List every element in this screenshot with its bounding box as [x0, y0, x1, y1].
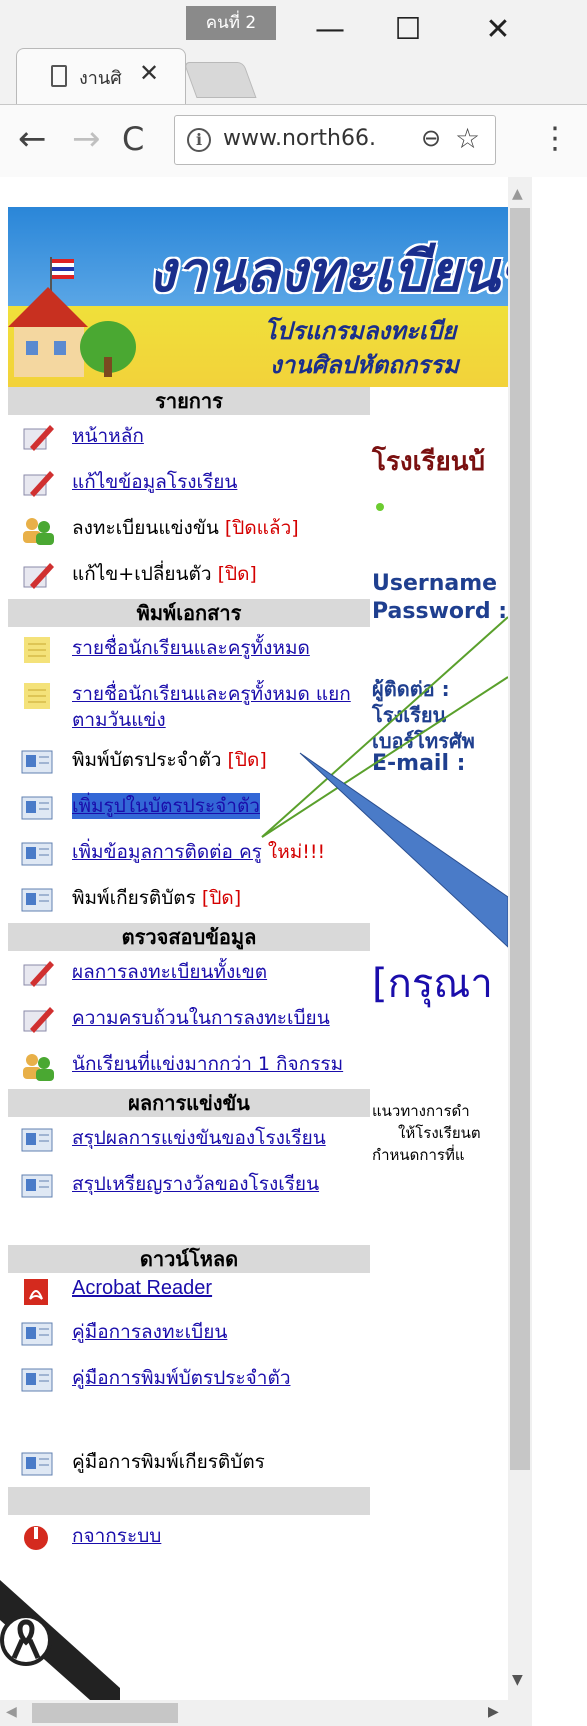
mourning-ribbon-icon [0, 1580, 120, 1700]
url-text[interactable]: www.north66. [223, 126, 376, 151]
maximize-button[interactable]: ☐ [378, 8, 438, 52]
profile-badge[interactable]: คนที่ 2 [186, 6, 276, 40]
scroll-down-arrow-icon[interactable]: ▼ [512, 1672, 523, 1688]
browser-menu-icon[interactable]: ⋮ [540, 121, 570, 157]
scroll-up-arrow-icon[interactable]: ▲ [512, 186, 523, 202]
browser-chrome: คนที่ 2 — ☐ ✕ งานศิ ✕ ← → C i www.north6… [0, 0, 587, 177]
minimize-button[interactable]: — [300, 8, 360, 52]
vertical-scroll-thumb[interactable] [510, 208, 530, 1470]
tab-close-button[interactable]: ✕ [139, 59, 159, 87]
zoom-icon[interactable]: ⊖ [421, 124, 441, 152]
tab-title: งานศิ [79, 68, 122, 89]
blue-callout-arrow [299, 752, 508, 948]
green-callout-line [261, 616, 508, 838]
document-icon [51, 65, 67, 87]
browser-toolbar: ← → C i www.north66. ⊖ ☆ ⋮ [0, 104, 587, 177]
reload-button[interactable]: C [122, 119, 144, 159]
scroll-right-arrow-icon[interactable]: ▶ [488, 1704, 499, 1720]
bookmark-star-icon[interactable]: ☆ [455, 122, 480, 155]
annotation-callouts [261, 616, 508, 948]
close-window-button[interactable]: ✕ [468, 8, 528, 52]
forward-button[interactable]: → [72, 119, 101, 159]
horizontal-scroll-thumb[interactable] [32, 1703, 178, 1723]
back-button[interactable]: ← [18, 119, 47, 159]
address-bar[interactable]: i www.north66. ⊖ ☆ [174, 115, 496, 165]
info-icon[interactable]: i [187, 128, 211, 152]
new-tab-button[interactable] [183, 62, 257, 98]
scroll-left-arrow-icon[interactable]: ◀ [6, 1704, 17, 1720]
browser-tab[interactable]: งานศิ ✕ [16, 48, 186, 104]
